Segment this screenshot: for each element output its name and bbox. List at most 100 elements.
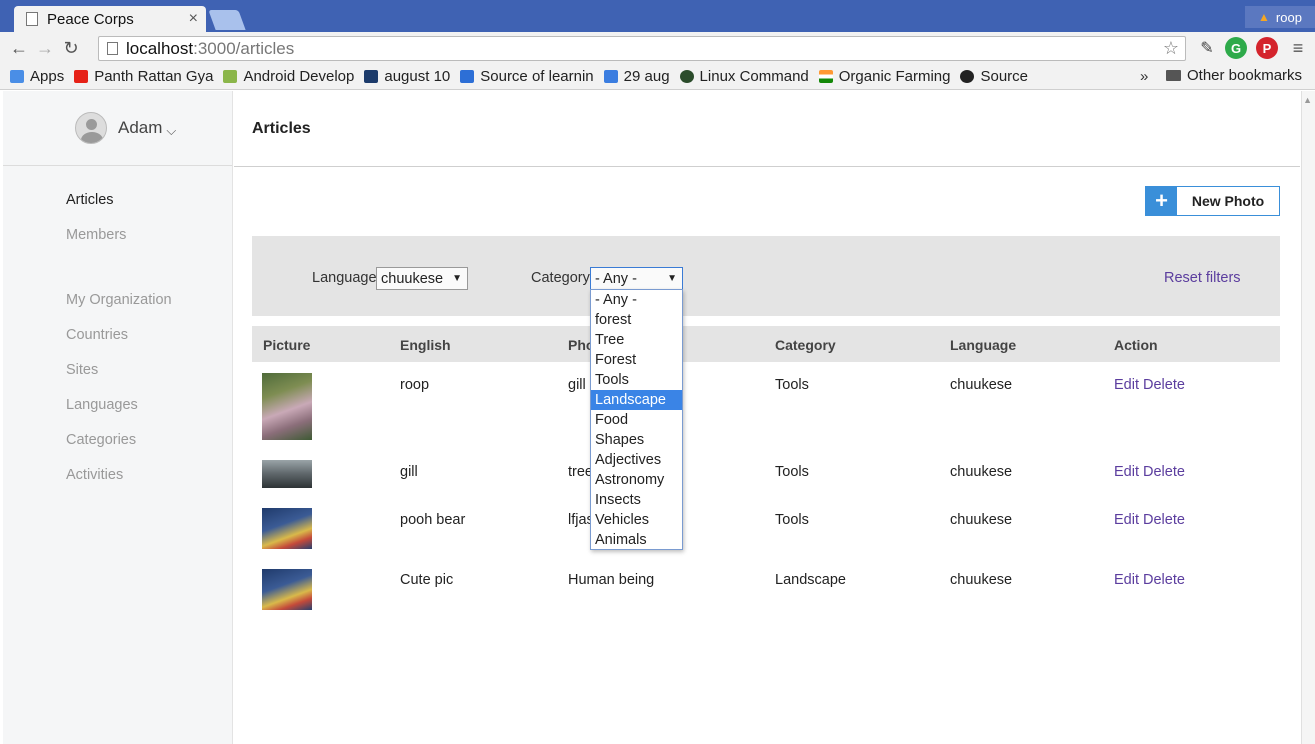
bookmark-organic-farming[interactable]: Organic Farming — [818, 68, 950, 85]
address-bar[interactable]: localhost :3000/articles ☆ — [98, 36, 1186, 61]
dropdown-arrow-icon: ▼ — [667, 273, 677, 284]
sidebar-item-members[interactable]: Members — [66, 227, 126, 243]
photo-thumbnail[interactable] — [262, 569, 312, 610]
bookmark-source-of-learning[interactable]: Source of learnin — [460, 68, 594, 85]
category-option[interactable]: Vehicles — [591, 510, 682, 530]
category-option[interactable]: forest — [591, 310, 682, 330]
bookmark-label: Linux Command — [699, 68, 809, 85]
sidebar-item-activities[interactable]: Activities — [66, 467, 123, 483]
row-category: Tools — [775, 377, 809, 393]
column-header-picture: Picture — [263, 337, 311, 353]
row-phonetic: Human being — [568, 572, 655, 588]
table-header: Picture English Pho Category Language Ac… — [252, 326, 1280, 362]
category-option[interactable]: Insects — [591, 490, 682, 510]
bookmark-label: Android Develop — [243, 68, 355, 85]
youtube-icon — [74, 70, 89, 83]
new-tab-button[interactable] — [208, 10, 246, 30]
category-option[interactable]: - Any - — [591, 290, 682, 310]
bookmark-source[interactable]: Source — [960, 68, 1028, 85]
other-bookmarks[interactable]: Other bookmarks — [1166, 67, 1302, 84]
photo-thumbnail[interactable] — [262, 508, 312, 549]
category-option[interactable]: Forest — [591, 350, 682, 370]
column-header-category: Category — [775, 337, 836, 353]
column-header-action: Action — [1114, 337, 1158, 353]
filter-bar: Language chuukese ▼ Category - Any - ▼ R… — [252, 236, 1280, 316]
category-filter-label: Category — [531, 270, 590, 286]
back-arrow-icon[interactable]: ← — [6, 38, 32, 59]
browser-tab[interactable]: Peace Corps × — [14, 6, 206, 32]
delete-link[interactable]: Delete — [1143, 572, 1185, 588]
sidebar-item-categories[interactable]: Categories — [66, 432, 136, 448]
chevron-down-icon: ⌵ — [166, 122, 177, 138]
sidebar-item-languages[interactable]: Languages — [66, 397, 138, 413]
row-language: chuukese — [950, 512, 1013, 528]
page-title: Articles — [252, 120, 311, 137]
bookmark-29-aug[interactable]: 29 aug — [603, 68, 670, 85]
profile-button[interactable]: ▲ roop — [1245, 6, 1315, 28]
url-path: :3000/articles — [193, 38, 295, 58]
language-filter-label: Language — [312, 270, 377, 286]
delete-link[interactable]: Delete — [1143, 464, 1185, 480]
delete-link[interactable]: Delete — [1143, 377, 1185, 393]
new-photo-button[interactable]: + New Photo — [1145, 186, 1280, 216]
category-option[interactable]: Astronomy — [591, 470, 682, 490]
edit-link[interactable]: Edit — [1114, 512, 1139, 528]
edit-link[interactable]: Edit — [1114, 572, 1139, 588]
row-english: pooh bear — [400, 512, 466, 528]
category-option[interactable]: Shapes — [591, 430, 682, 450]
page-scrollbar[interactable] — [1301, 91, 1315, 744]
language-select-value: chuukese — [381, 270, 444, 287]
category-dropdown-list: - Any - forest Tree Forest Tools Landsca… — [590, 289, 683, 550]
folder-icon — [1166, 70, 1181, 81]
bookmark-apps[interactable]: Apps — [10, 68, 64, 85]
grammarly-extension-icon[interactable]: G — [1225, 37, 1247, 59]
d-icon — [460, 70, 475, 83]
bookmark-label: Apps — [30, 68, 65, 85]
row-language: chuukese — [950, 572, 1013, 588]
forward-arrow-icon[interactable]: → — [32, 38, 58, 59]
bookmark-android[interactable]: Android Develop — [223, 68, 354, 85]
photo-thumbnail[interactable] — [262, 460, 312, 488]
scroll-up-arrow-icon[interactable]: ▲ — [1303, 95, 1312, 105]
bookmark-label: 29 aug — [623, 68, 670, 85]
warning-icon: ▲ — [1258, 10, 1270, 24]
bookmark-star-icon[interactable]: ☆ — [1163, 38, 1179, 59]
eyedropper-extension-icon[interactable]: ✎ — [1196, 37, 1218, 59]
tab-title: Peace Corps — [47, 10, 134, 28]
close-tab-icon[interactable]: × — [189, 10, 198, 28]
bookmark-panth-rattan[interactable]: Panth Rattan Gya — [74, 68, 213, 85]
sidebar-item-sites[interactable]: Sites — [66, 362, 98, 378]
sidebar-item-articles[interactable]: Articles — [66, 192, 114, 208]
photo-thumbnail[interactable] — [262, 373, 312, 440]
column-header-language: Language — [950, 337, 1017, 353]
page-icon — [26, 12, 38, 26]
menu-icon[interactable]: ≡ — [1287, 37, 1309, 59]
user-menu[interactable]: Adam ⌵ — [3, 91, 232, 166]
category-option[interactable]: Food — [591, 410, 682, 430]
edit-link[interactable]: Edit — [1114, 464, 1139, 480]
sidebar-item-my-organization[interactable]: My Organization — [66, 292, 172, 308]
category-option[interactable]: Tree — [591, 330, 682, 350]
row-category: Tools — [775, 512, 809, 528]
bookmark-august-10[interactable]: august 10 — [364, 68, 450, 85]
pinterest-extension-icon[interactable]: P — [1256, 37, 1278, 59]
sidebar-item-countries[interactable]: Countries — [66, 327, 128, 343]
dropdown-arrow-icon: ▼ — [452, 273, 462, 284]
category-select[interactable]: - Any - ▼ — [590, 267, 683, 290]
reload-icon[interactable]: ↻ — [58, 38, 84, 59]
row-language: chuukese — [950, 377, 1013, 393]
other-bookmarks-label: Other bookmarks — [1187, 67, 1303, 84]
bookmark-linux-command[interactable]: Linux Command — [679, 68, 809, 85]
page-icon — [107, 42, 118, 55]
language-select[interactable]: chuukese ▼ — [376, 267, 468, 290]
reset-filters-link[interactable]: Reset filters — [1164, 270, 1241, 286]
bookmark-label: Source — [980, 68, 1028, 85]
category-option[interactable]: Adjectives — [591, 450, 682, 470]
category-option[interactable]: Tools — [591, 370, 682, 390]
category-option[interactable]: Animals — [591, 530, 682, 550]
category-option-highlighted[interactable]: Landscape — [591, 390, 682, 410]
more-bookmarks-chevron-icon[interactable]: » — [1140, 68, 1148, 85]
edit-link[interactable]: Edit — [1114, 377, 1139, 393]
github-icon — [960, 70, 975, 83]
delete-link[interactable]: Delete — [1143, 512, 1185, 528]
